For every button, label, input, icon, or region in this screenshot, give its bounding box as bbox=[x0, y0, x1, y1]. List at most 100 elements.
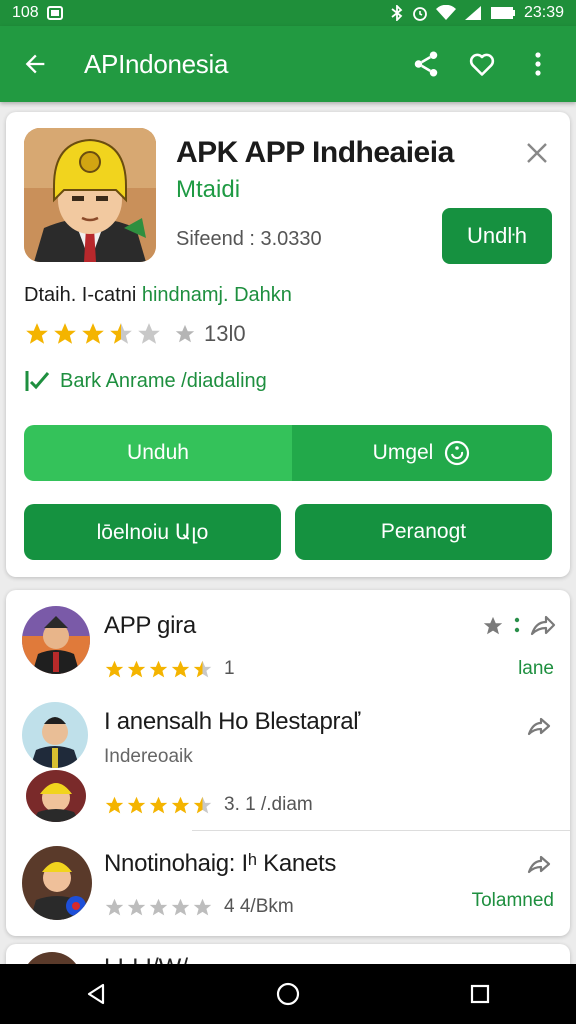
description-text: Dtaih. I-catni bbox=[24, 284, 137, 306]
list-item-actions bbox=[526, 716, 552, 738]
star-half-icon bbox=[110, 323, 132, 344]
status-bar: 108 23:39 bbox=[0, 0, 576, 26]
battery-icon bbox=[490, 5, 516, 21]
status-left-text: 108 bbox=[12, 4, 39, 21]
rating-count: 13l0 bbox=[204, 321, 246, 346]
signal-icon bbox=[464, 5, 482, 21]
share-arrow-icon[interactable] bbox=[530, 614, 556, 638]
share-button[interactable] bbox=[406, 44, 446, 84]
app-name: APK APP Indheaieia bbox=[176, 136, 454, 169]
list-item-actions bbox=[526, 854, 552, 876]
star-empty-icon bbox=[127, 898, 146, 915]
list-item[interactable]: APP gira 1 lane bbox=[6, 590, 570, 694]
refresh-icon bbox=[445, 440, 470, 466]
open-button[interactable]: Ɩōelnoiu Ալo bbox=[24, 504, 281, 560]
list-item-actions bbox=[482, 614, 556, 638]
wifi-icon bbox=[435, 5, 456, 21]
list-item[interactable]: I anensalh Ho Blestapraľ Indereoaik 3. 1… bbox=[6, 694, 570, 834]
more-vert-icon bbox=[535, 52, 541, 76]
close-button[interactable] bbox=[522, 138, 552, 168]
list-item-rating: 4 4/Bkm bbox=[104, 896, 294, 918]
share-icon bbox=[414, 51, 438, 77]
developer-name[interactable]: Mtaidi bbox=[176, 176, 240, 204]
star-half-icon bbox=[193, 660, 212, 677]
list-item-rating-text: 1 bbox=[224, 658, 235, 679]
star-full-icon bbox=[54, 323, 76, 344]
heart-icon bbox=[469, 53, 495, 76]
settings-button[interactable]: Peranogt bbox=[295, 504, 552, 560]
star-half-icon bbox=[193, 796, 212, 813]
list-item-action[interactable]: Tolamned bbox=[472, 890, 554, 912]
list-item-title: APP gira bbox=[104, 612, 196, 639]
more-options-button[interactable] bbox=[518, 44, 558, 84]
verified-check-icon bbox=[25, 371, 50, 391]
app-icon-image bbox=[24, 128, 156, 262]
star-small-icon bbox=[175, 324, 195, 343]
star-icon[interactable] bbox=[482, 615, 504, 637]
list-item-rating: 1 bbox=[104, 658, 235, 680]
list-item-rating: 3. 1 /.diam bbox=[104, 794, 313, 816]
size-info: Sifeend : 3.0330 bbox=[176, 228, 322, 250]
install-button[interactable]: Undŀh bbox=[442, 208, 552, 264]
share-arrow-icon[interactable] bbox=[526, 854, 552, 876]
more-vert-icon[interactable] bbox=[514, 616, 520, 636]
split-action-button: Unduh Umgel bbox=[24, 425, 552, 481]
star-empty-icon bbox=[171, 898, 190, 915]
star-full-icon bbox=[127, 796, 146, 813]
triangle-back-icon bbox=[87, 983, 105, 1005]
square-recents-icon bbox=[470, 984, 490, 1004]
avatar bbox=[22, 606, 90, 674]
star-empty-icon bbox=[138, 323, 160, 344]
star-full-icon bbox=[105, 796, 124, 813]
list-item-action[interactable]: lane bbox=[518, 658, 554, 680]
avatar bbox=[22, 702, 88, 768]
download-button[interactable]: Unduh bbox=[24, 425, 292, 481]
star-full-icon bbox=[149, 796, 168, 813]
star-full-icon bbox=[26, 323, 48, 344]
status-time: 23:39 bbox=[523, 4, 564, 21]
divider bbox=[192, 830, 570, 831]
arrow-left-icon bbox=[25, 54, 45, 74]
star-full-icon bbox=[105, 660, 124, 677]
list-item[interactable]: Nnotinohaig: Iʰ Kanets 4 4/Bkm Tolamned bbox=[6, 834, 570, 936]
description-link[interactable]: hindnamj. Dahkn bbox=[142, 284, 292, 306]
avatar-secondary bbox=[26, 770, 86, 822]
update-button[interactable]: Umgel bbox=[292, 425, 552, 481]
share-arrow-icon[interactable] bbox=[526, 716, 552, 738]
list-item-title: Nnotinohaig: Iʰ Kanets bbox=[104, 850, 337, 877]
related-apps-card: APP gira 1 lane I anensalh Ho Blestapraľ… bbox=[6, 590, 570, 936]
circle-home-icon bbox=[276, 982, 300, 1006]
list-item-title: I anensalh Ho Blestapraľ bbox=[104, 708, 360, 735]
star-full-icon bbox=[82, 323, 104, 344]
star-full-icon bbox=[149, 660, 168, 677]
nav-home-button[interactable] bbox=[258, 964, 318, 1024]
list-item-subtitle: Indereoaik bbox=[104, 746, 193, 767]
wishlist-button[interactable] bbox=[462, 44, 502, 84]
star-full-icon bbox=[171, 660, 190, 677]
app-bar: APIndonesia bbox=[0, 26, 576, 102]
secondary-button-row: Ɩōelnoiu Ալo Peranogt bbox=[24, 504, 552, 560]
verified-text: Bark Anrame /diadaling bbox=[60, 369, 267, 392]
verified-row: Bark Anrame /diadaling bbox=[24, 368, 267, 394]
nav-recents-button[interactable] bbox=[450, 964, 510, 1024]
star-empty-icon bbox=[149, 898, 168, 915]
update-label: Umgel bbox=[372, 441, 434, 464]
avatar bbox=[22, 846, 92, 920]
description-line: Dtaih. I-catni hindnamj. Dahkn bbox=[24, 284, 292, 307]
star-empty-icon bbox=[105, 898, 124, 915]
star-empty-icon bbox=[193, 898, 212, 915]
back-button[interactable] bbox=[0, 50, 70, 78]
nav-back-button[interactable] bbox=[66, 964, 126, 1024]
bluetooth-icon bbox=[390, 5, 404, 21]
alarm-icon bbox=[412, 5, 428, 21]
image-notification-icon bbox=[46, 6, 63, 20]
navigation-bar bbox=[0, 964, 576, 1024]
close-icon bbox=[527, 143, 547, 163]
star-full-icon bbox=[171, 796, 190, 813]
rating-row: 13l0 bbox=[24, 316, 246, 352]
star-full-icon bbox=[127, 660, 146, 677]
list-item-rating-text: 4 4/Bkm bbox=[224, 896, 294, 917]
list-item-rating-text: 3. 1 /.diam bbox=[224, 794, 313, 815]
app-bar-title: APIndonesia bbox=[84, 48, 229, 79]
app-detail-card: APK APP Indheaieia Mtaidi Sifeend : 3.03… bbox=[6, 112, 570, 577]
